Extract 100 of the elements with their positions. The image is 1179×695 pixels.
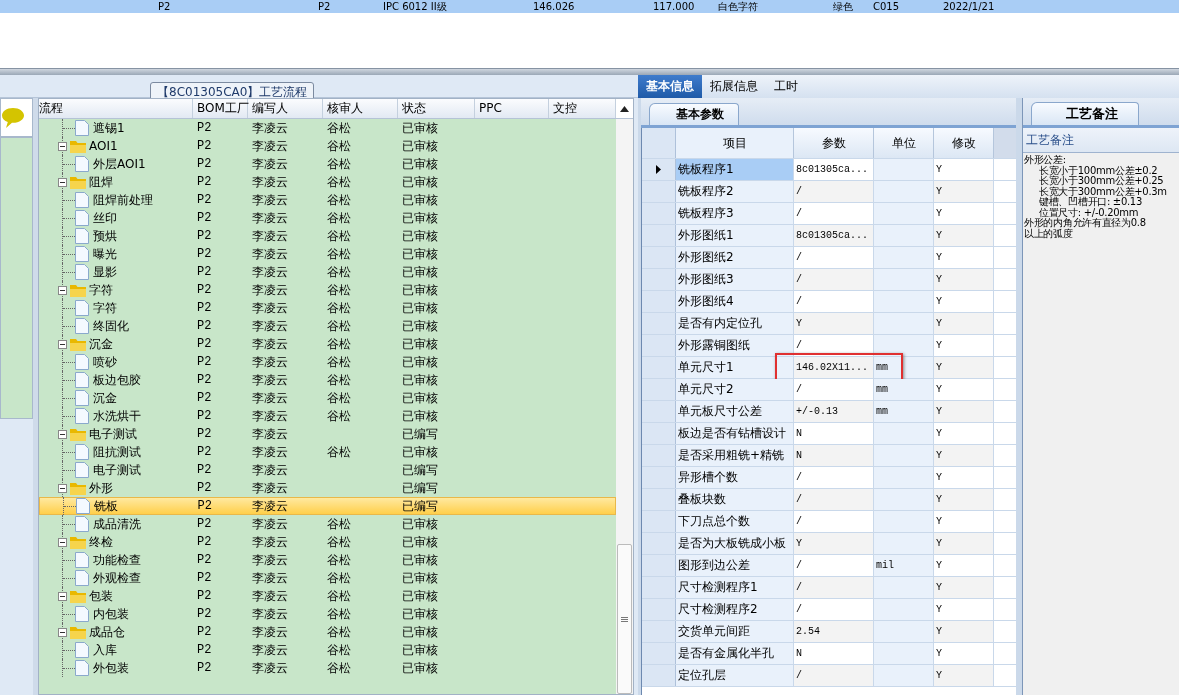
column-header[interactable]: 项目 (676, 128, 794, 158)
tree-item[interactable]: 阻抗测试 (93, 443, 141, 461)
tree-item[interactable]: 功能检查 (93, 551, 141, 569)
tree-item[interactable]: 外形 (89, 479, 113, 497)
tab[interactable]: 工时 (766, 75, 806, 98)
scroll-up-icon[interactable] (620, 105, 629, 112)
folder-icon (70, 283, 86, 297)
table-cell-text: 已审核 (401, 281, 439, 299)
tree-item[interactable]: 内包装 (93, 605, 129, 623)
table-cell: 铣板程序1 (676, 159, 794, 180)
table-cell-text: P2 (196, 264, 213, 281)
tree-item[interactable]: 外层AOI1 (93, 155, 146, 173)
tree-item[interactable]: 沉金 (93, 389, 117, 407)
table-cell: Y (934, 335, 994, 356)
table-cell: Y (934, 357, 994, 378)
table-cell-text: 李凌云 (251, 587, 289, 605)
table-cell: 谷松 (327, 299, 351, 317)
tree-item[interactable]: 沉金 (89, 335, 113, 353)
notes-field[interactable]: 外形公差: 长宽小于100mm公差±0.2 长宽小于300mm公差+0.25 长宽大于300mm公差+0.3m 键槽、凹槽开口: ±0.13 位置尺寸: +/-0.20mm 外形的内角允许有直径为0.8 以上的弧度 (1023, 153, 1179, 695)
tree-item[interactable]: 丝印 (93, 209, 117, 227)
tree-item[interactable]: 包装 (89, 587, 113, 605)
table-cell-text: 李凌云 (251, 227, 289, 245)
table-cell-text: 2022/1/21 (943, 0, 996, 13)
tree-item[interactable]: 水洗烘干 (93, 407, 141, 425)
tree-item[interactable]: 终固化 (93, 317, 129, 335)
table-cell-text: P2 (196, 300, 213, 317)
table-cell-text: 李凌云 (251, 119, 289, 137)
column-header[interactable]: 编写人 (248, 99, 323, 118)
tree-item[interactable]: 电子测试 (89, 425, 137, 443)
column-header[interactable]: 参数 (794, 128, 874, 158)
table-cell: 谷松 (327, 443, 351, 461)
tab[interactable]: 基本参数 (649, 103, 739, 125)
table-cell: 叠板块数 (676, 489, 794, 510)
table-cell-text: 已审核 (401, 353, 439, 371)
table-cell-text: 已审核 (401, 389, 439, 407)
table-cell-text: C015 (873, 0, 901, 13)
table-cell: mil (874, 555, 934, 576)
column-header[interactable]: 单位 (874, 128, 934, 158)
tab[interactable]: 基本信息 (638, 75, 702, 98)
table-cell: Y (794, 533, 874, 554)
tree-item[interactable]: 成品清洗 (93, 515, 141, 533)
table-cell: 是否采用粗铣+精铣 (676, 445, 794, 466)
collapse-icon[interactable] (58, 285, 67, 295)
table-cell: 谷松 (327, 659, 351, 677)
tree-item[interactable]: 预烘 (93, 227, 117, 245)
tree-item[interactable]: 喷砂 (93, 353, 117, 371)
tree-item[interactable]: 外观检查 (93, 569, 141, 587)
tree-item[interactable]: 字符 (89, 281, 113, 299)
collapse-icon[interactable] (58, 627, 67, 637)
folder-icon (70, 139, 86, 153)
table-cell: 是否有内定位孔 (676, 313, 794, 334)
table-cell: Y (934, 467, 994, 488)
row-header[interactable] (642, 159, 676, 180)
speech-bubble-icon[interactable] (1, 106, 25, 129)
table-cell: 谷松 (327, 317, 351, 335)
tree-item[interactable]: 外包装 (93, 659, 129, 677)
tree-item[interactable]: 曝光 (93, 245, 117, 263)
table-cell-text: 李凌云 (251, 407, 289, 425)
tree-item[interactable]: 阻焊前处理 (93, 191, 153, 209)
collapse-icon[interactable] (58, 177, 67, 187)
collapse-icon[interactable] (58, 141, 67, 151)
tree-item[interactable]: 阻焊 (89, 173, 113, 191)
table-cell: 图形到边公差 (676, 555, 794, 576)
table-cell-text: 李凌云 (251, 155, 289, 173)
tree-item[interactable]: 遮锡1 (93, 119, 125, 137)
splitter-bar[interactable] (0, 68, 1179, 75)
collapse-icon[interactable] (58, 537, 67, 547)
column-header[interactable]: 状态 (398, 99, 475, 118)
scrollbar-thumb[interactable] (617, 544, 632, 694)
table-cell-text: P2 (196, 552, 213, 569)
column-header[interactable]: 流程 (39, 99, 193, 118)
tab[interactable]: 工艺备注 (1031, 102, 1139, 125)
collapse-icon[interactable] (58, 591, 67, 601)
tree-item[interactable]: 成品仓 (89, 623, 125, 641)
collapse-icon[interactable] (58, 483, 67, 493)
collapse-icon[interactable] (58, 429, 67, 439)
tree-item[interactable]: AOI1 (89, 139, 118, 153)
document-icon (75, 210, 89, 226)
table-cell: / (794, 489, 874, 510)
column-header[interactable]: BOM工厂 (193, 99, 248, 118)
tab[interactable]: 拓展信息 (702, 75, 766, 98)
tree-item[interactable]: 入库 (93, 641, 117, 659)
table-cell: 定位孔层 (676, 665, 794, 686)
column-header[interactable]: PPC (475, 99, 549, 118)
table-cell-text: 李凌云 (251, 569, 289, 587)
table-cell-text: P2 (196, 318, 213, 335)
tree-item[interactable]: 字符 (93, 299, 117, 317)
table-cell-text: 117.000 (653, 0, 696, 13)
tree-item[interactable]: 铣板 (94, 497, 118, 515)
collapse-icon[interactable] (58, 339, 67, 349)
tree-item[interactable]: 板边包胶 (93, 371, 141, 389)
folder-icon (70, 535, 86, 549)
table-cell-text: 已审核 (401, 209, 439, 227)
table-cell-text: 李凌云 (251, 497, 290, 515)
tree-item[interactable]: 终检 (89, 533, 113, 551)
tree-item[interactable]: 显影 (93, 263, 117, 281)
table-cell: Y (934, 577, 994, 598)
document-icon (75, 444, 89, 460)
tree-item[interactable]: 电子测试 (93, 461, 141, 479)
column-header[interactable]: 核审人 (323, 99, 398, 118)
